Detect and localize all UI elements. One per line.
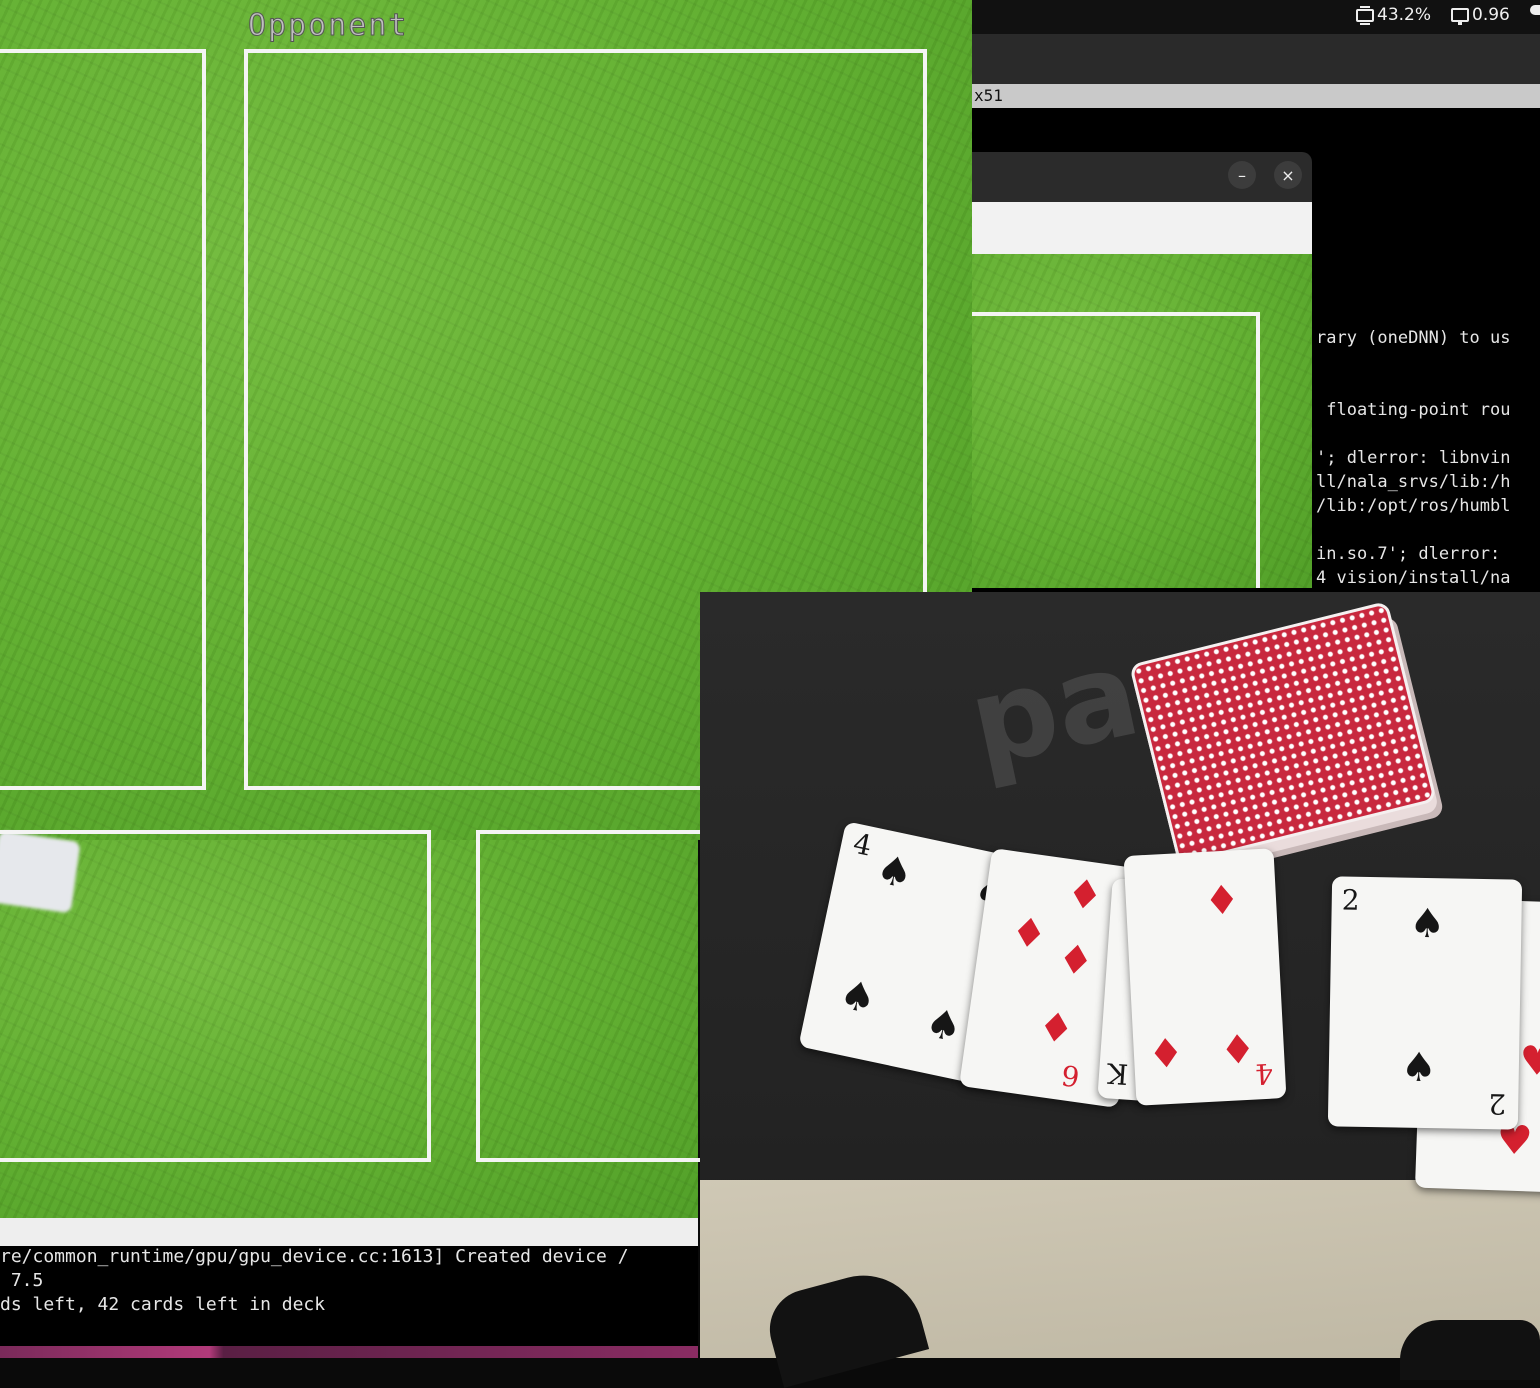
terminal-line: floating-point rou <box>1316 400 1511 420</box>
cloud-icon <box>1530 5 1540 15</box>
card-rank: 4 <box>1254 1056 1274 1091</box>
diamond-icon: ♦ <box>1007 908 1050 960</box>
cv-window-canvas <box>972 254 1312 588</box>
taskbar[interactable] <box>0 1346 698 1358</box>
terminal-line: re/common_runtime/gpu/gpu_device.cc:1613… <box>0 1246 629 1267</box>
minimize-icon: – <box>1238 165 1246 185</box>
terminal-title: x51 <box>974 86 1003 105</box>
card-rank: 6 <box>1059 1058 1082 1094</box>
terminal-line: rary (oneDNN) to us <box>1316 328 1511 348</box>
load-average-text: 0.96 <box>1472 5 1510 25</box>
close-icon: × <box>1281 165 1295 185</box>
cpu-indicator[interactable]: 43.2% <box>1356 5 1431 25</box>
cv-window-titlebar[interactable] <box>972 152 1312 202</box>
card-4-diamonds: ♦ ♦ ♦ 4 <box>1123 848 1287 1106</box>
minimize-button[interactable]: – <box>1228 161 1256 189</box>
player-zone <box>476 830 716 1162</box>
terminal-line: 4 vision/install/na <box>1316 568 1511 588</box>
spade-icon: ♠ <box>835 971 881 1024</box>
diamond-icon: ♦ <box>1218 1026 1257 1075</box>
heart-icon: ♥ <box>1518 1038 1540 1086</box>
diamond-icon: ♦ <box>1146 1030 1186 1079</box>
play-zone <box>0 49 206 790</box>
play-zone <box>972 312 1260 588</box>
close-button[interactable]: × <box>1274 161 1302 189</box>
lower-view-footer <box>0 1218 698 1246</box>
spade-icon: ♠ <box>1408 900 1446 948</box>
spade-icon: ♠ <box>1400 1044 1438 1092</box>
cloud-indicator[interactable] <box>1530 5 1540 15</box>
terminal-header <box>972 34 1540 84</box>
diamond-icon: ♦ <box>1063 870 1106 921</box>
player-zone <box>0 830 431 1162</box>
monitor-icon <box>1451 8 1469 25</box>
cpu-chip-icon <box>1356 5 1374 25</box>
opponent-label: Opponent <box>248 8 409 44</box>
spade-icon: ♠ <box>872 846 917 899</box>
terminal-line: '; dlerror: libnvin <box>1316 448 1511 468</box>
diamond-icon: ♦ <box>1054 935 1097 986</box>
terminal-line: ll/nala_srvs/lib:/h <box>1316 472 1511 492</box>
spade-icon: ♠ <box>921 999 966 1053</box>
diamond-icon: ♦ <box>1034 1003 1077 1054</box>
player-glove <box>1400 1320 1540 1380</box>
diamond-icon: ♦ <box>1202 877 1242 925</box>
card-rank: 2 <box>1487 1087 1507 1121</box>
terminal-line: 7.5 <box>0 1270 44 1291</box>
card-2-spades: 2 ♠ ♠ 2 <box>1327 876 1523 1130</box>
cv-window-toolbar <box>972 202 1312 254</box>
terminal-status-line: ds left, 42 cards left in deck <box>0 1294 326 1315</box>
card-rank: 4 <box>850 826 875 863</box>
terminal-line: in.so.7'; dlerror: <box>1316 544 1511 564</box>
card-rank: 2 <box>1341 883 1360 917</box>
cpu-usage-text: 43.2% <box>1377 5 1432 25</box>
card-rank: K <box>1106 1056 1130 1091</box>
load-indicator[interactable]: 0.96 <box>1451 5 1510 25</box>
terminal-line: /lib:/opt/ros/humbl <box>1316 496 1511 516</box>
terminal-tab-strip[interactable]: x51 <box>972 84 1540 108</box>
